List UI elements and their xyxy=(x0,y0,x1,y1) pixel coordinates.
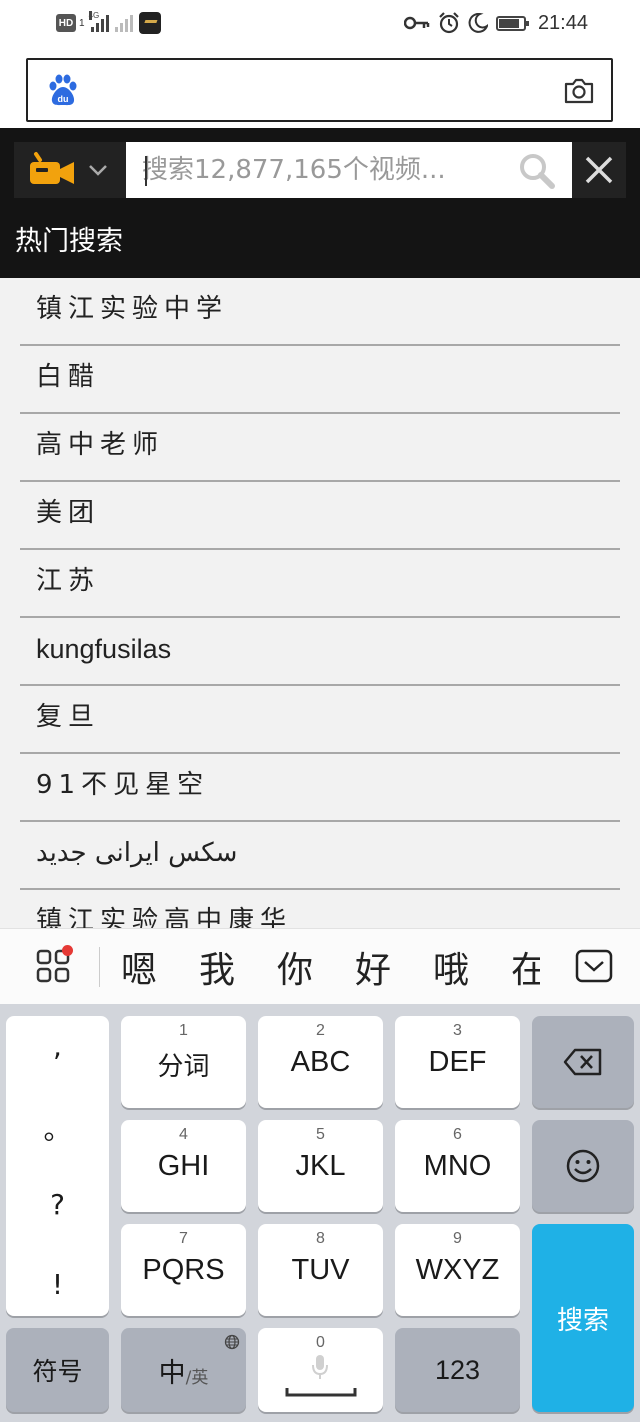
candidate-list: 嗯 我 你 好 哦 在 xyxy=(100,929,540,1005)
punctuation-comma[interactable]: , xyxy=(6,1030,109,1063)
key-icon xyxy=(403,16,430,30)
video-camera-icon xyxy=(30,152,74,184)
symbols-key[interactable]: 符号 xyxy=(6,1328,109,1412)
key-number: 6 xyxy=(453,1126,462,1143)
key-number: 1 xyxy=(179,1022,188,1039)
key-4-ghi[interactable]: 4 GHI xyxy=(121,1120,246,1212)
text-cursor xyxy=(145,156,147,186)
search-icon[interactable] xyxy=(518,152,556,190)
chevron-down-icon xyxy=(89,165,107,176)
baidu-logo-text: du xyxy=(58,94,69,104)
key-8-tuv[interactable]: 8 TUV xyxy=(258,1224,383,1316)
baidu-paw-icon[interactable]: du xyxy=(46,74,80,108)
hot-search-item[interactable]: 镇江实验高中康华 xyxy=(20,890,620,928)
key-7-pqrs[interactable]: 7 PQRS xyxy=(121,1224,246,1316)
emoji-key[interactable] xyxy=(532,1120,634,1212)
search-key[interactable]: 搜索 xyxy=(532,1224,634,1412)
video-search-input[interactable] xyxy=(142,142,512,198)
hot-search-item[interactable]: 91不见星空 xyxy=(20,754,620,822)
space-bar-icon xyxy=(285,1388,357,1397)
keyboard: , 。 ? ! 1 分词 2 ABC 3 DEF 4 GHI 5 JKL 6 M… xyxy=(0,1004,640,1422)
hot-searches-list: 镇江实验中学 白醋 高中老师 美团 江苏 kungfusilas 复旦 91不见… xyxy=(0,278,640,928)
key-label: WXYZ xyxy=(415,1254,500,1286)
hot-search-item[interactable]: 美团 xyxy=(20,482,620,550)
hd-badge: HD xyxy=(56,14,76,32)
hot-search-item[interactable]: 白醋 xyxy=(20,346,620,414)
signal-strength-icon: 4G xyxy=(88,11,109,32)
key-9-wxyz[interactable]: 9 WXYZ xyxy=(395,1224,520,1316)
status-bar: HD 1 4G 21:44 xyxy=(0,0,640,48)
camera-icon[interactable] xyxy=(563,76,595,106)
hot-searches-title: 热门搜索 xyxy=(0,210,640,278)
numeric-key-label: 123 xyxy=(434,1354,481,1385)
key-label: 分词 xyxy=(157,1052,210,1082)
key-label: DEF xyxy=(428,1046,487,1078)
hot-search-item[interactable]: 高中老师 xyxy=(20,414,620,482)
key-number: 0 xyxy=(316,1334,325,1351)
search-key-label: 搜索 xyxy=(556,1305,609,1336)
key-number: 9 xyxy=(453,1230,462,1247)
keyboard-collapse-icon[interactable] xyxy=(575,949,613,983)
key-2-abc[interactable]: 2 ABC xyxy=(258,1016,383,1108)
notification-dot xyxy=(62,945,73,956)
candidate-word[interactable]: 在 xyxy=(490,941,540,993)
hot-search-item[interactable]: 镇江实验中学 xyxy=(20,278,620,346)
alarm-icon xyxy=(439,12,459,34)
numeric-keyboard-key[interactable]: 123 xyxy=(395,1328,520,1412)
key-number: 4 xyxy=(179,1126,188,1143)
do-not-disturb-moon-icon xyxy=(468,13,488,33)
punctuation-question[interactable]: ? xyxy=(6,1188,109,1221)
language-alt-label: /英 xyxy=(185,1367,209,1388)
candidate-word[interactable]: 嗯 xyxy=(100,941,178,993)
emoji-smiley-icon xyxy=(566,1149,600,1183)
browser-search-bar[interactable]: du xyxy=(26,58,613,122)
signal-strength-weak-icon xyxy=(114,14,133,32)
video-search-header xyxy=(0,128,640,210)
status-time: 21:44 xyxy=(537,11,588,34)
ime-candidate-bar: 嗯 我 你 好 哦 在 xyxy=(0,928,640,1004)
key-number: 8 xyxy=(316,1230,325,1247)
language-main-label: 中 xyxy=(158,1357,186,1389)
backspace-icon xyxy=(563,1048,602,1076)
candidate-word[interactable]: 哦 xyxy=(412,941,490,993)
symbols-key-label: 符号 xyxy=(32,1357,83,1386)
punctuation-period[interactable]: 。 xyxy=(6,1108,109,1148)
punctuation-exclamation[interactable]: ! xyxy=(6,1268,109,1301)
key-label: GHI xyxy=(157,1150,210,1182)
candidate-word[interactable]: 好 xyxy=(334,941,412,993)
sim-number: 1 xyxy=(79,17,85,29)
backspace-key[interactable] xyxy=(532,1016,634,1108)
hot-search-item[interactable]: سکس ایرانی جدید xyxy=(20,822,620,890)
key-label: PQRS xyxy=(142,1254,225,1286)
hot-search-item[interactable]: kungfusilas xyxy=(20,618,620,686)
key-label: JKL xyxy=(295,1150,346,1182)
hot-search-item[interactable]: 江苏 xyxy=(20,550,620,618)
battery-icon xyxy=(495,15,529,31)
close-search-button[interactable] xyxy=(572,142,626,198)
candidate-word[interactable]: 你 xyxy=(256,941,334,993)
notification-app-icon xyxy=(138,12,161,34)
language-switch-key[interactable]: 中/英 xyxy=(121,1328,246,1412)
video-source-dropdown[interactable] xyxy=(14,142,126,198)
key-label: ABC xyxy=(290,1046,351,1078)
key-number: 2 xyxy=(316,1022,325,1039)
candidate-word[interactable]: 我 xyxy=(178,941,256,993)
network-type: 4G xyxy=(88,11,100,20)
video-search-field[interactable] xyxy=(126,142,572,198)
key-6-mno[interactable]: 6 MNO xyxy=(395,1120,520,1212)
space-key[interactable]: 0 xyxy=(258,1328,383,1412)
key-number: 5 xyxy=(316,1126,325,1143)
key-5-jkl[interactable]: 5 JKL xyxy=(258,1120,383,1212)
microphone-icon xyxy=(312,1355,328,1379)
close-icon xyxy=(585,156,613,184)
key-number: 3 xyxy=(453,1022,462,1039)
key-label: TUV xyxy=(291,1254,350,1286)
key-number: 7 xyxy=(179,1230,188,1247)
key-3-def[interactable]: 3 DEF xyxy=(395,1016,520,1108)
key-1-segment[interactable]: 1 分词 xyxy=(121,1016,246,1108)
punctuation-key-column[interactable]: , 。 ? ! xyxy=(6,1016,109,1316)
key-label: MNO xyxy=(423,1150,492,1182)
hot-search-item[interactable]: 复旦 xyxy=(20,686,620,754)
